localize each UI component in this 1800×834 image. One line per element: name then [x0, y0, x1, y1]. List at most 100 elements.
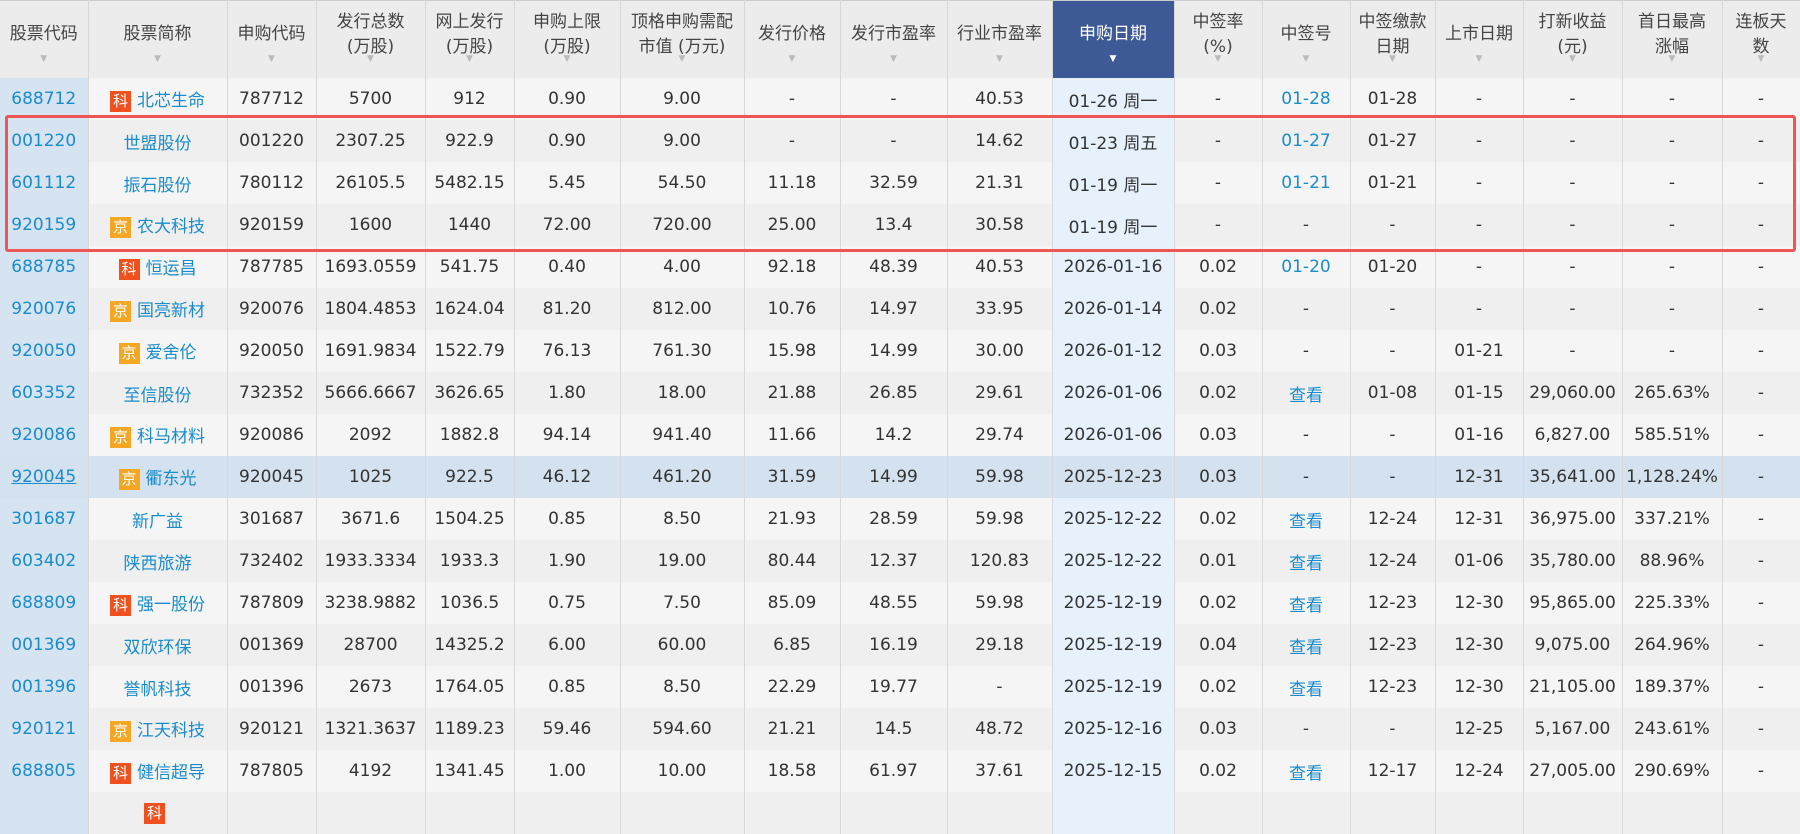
column-header[interactable]: 发行总数 (万股) ▼	[316, 0, 426, 78]
stock-name-link[interactable]: 世盟股份	[124, 134, 192, 154]
table-row[interactable]: 688785 科恒运昌 787785 1693.0559 541.75 0.40 4.00 9…	[0, 246, 1800, 288]
lot-number-link[interactable]: 查看	[1289, 680, 1323, 700]
sort-arrow-icon[interactable]: ▼	[1110, 47, 1117, 72]
table-row[interactable]: 920076 京国亮新材 920076 1804.4853 1624.04 81.20 81…	[0, 288, 1800, 330]
column-header[interactable]: 中签号 ▼	[1262, 0, 1351, 78]
lot-number-link[interactable]: 查看	[1289, 554, 1323, 574]
sort-arrow-icon[interactable]: ▼	[890, 47, 897, 72]
stock-name-link[interactable]: 健信超导	[137, 763, 205, 783]
table-row[interactable]: 603352 至信股份 732352 5666.6667 3626.65 1.80 18.0…	[0, 372, 1800, 414]
cell-value: 001369	[239, 635, 304, 655]
lot-number-link[interactable]: 01-20	[1281, 257, 1330, 277]
lot-number-link[interactable]: 查看	[1289, 596, 1323, 616]
sort-arrow-icon[interactable]: ▼	[466, 47, 473, 72]
sort-arrow-icon[interactable]: ▼	[1215, 47, 1222, 72]
stock-code-link[interactable]: 688712	[11, 89, 76, 109]
lot-number-link[interactable]: 查看	[1289, 638, 1323, 658]
table-row[interactable]: 920121 京江天科技 920121 1321.3637 1189.23 59.46 59…	[0, 708, 1800, 750]
column-header[interactable]: 网上发行 (万股) ▼	[425, 0, 515, 78]
table-row[interactable]: 688805 科健信超导 787805 4192 1341.45 1.00 10.00 18.…	[0, 750, 1800, 792]
table-row[interactable]: 688809 科强一股份 787809 3238.9882 1036.5 0.75 7.50…	[0, 582, 1800, 624]
table-row[interactable]: 301687 新广益 301687 3671.6 1504.25 0.85 8.50 21.9…	[0, 498, 1800, 540]
table-row[interactable]: 001369 双欣环保 001369 28700 14325.2 6.00 60.00 6.8…	[0, 624, 1800, 666]
stock-name-link[interactable]: 双欣环保	[124, 638, 192, 658]
sort-arrow-icon[interactable]: ▼	[1758, 47, 1765, 72]
sort-arrow-icon[interactable]: ▼	[1303, 47, 1310, 72]
column-header[interactable]: 申购上限 (万股) ▼	[514, 0, 621, 78]
stock-code-link[interactable]: 601112	[11, 173, 76, 193]
stock-code-link[interactable]: 920121	[11, 719, 76, 739]
column-header[interactable]: 中签缴款 日期 ▼	[1350, 0, 1436, 78]
table-row[interactable]: 920045 京衢东光 920045 1025 922.5 46.12 461.20 31.5…	[0, 456, 1800, 498]
stock-code-link[interactable]: 688785	[11, 257, 76, 277]
sort-arrow-icon[interactable]: ▼	[1669, 47, 1676, 72]
sort-arrow-icon[interactable]: ▼	[996, 47, 1003, 72]
stock-code-link[interactable]: 001396	[11, 677, 76, 697]
table-row[interactable]: 603402 陕西旅游 732402 1933.3334 1933.3 1.90 19.00…	[0, 540, 1800, 582]
stock-name-link[interactable]: 振石股份	[124, 176, 192, 196]
table-row[interactable]: 920159 京农大科技 920159 1600 1440 72.00 720.00 25.0…	[0, 204, 1800, 246]
lot-number-link[interactable]: 查看	[1289, 512, 1323, 532]
sort-arrow-icon[interactable]: ▼	[679, 47, 686, 72]
table-row[interactable]: 科	[0, 792, 1800, 834]
column-header[interactable]: 打新收益 (元) ▼	[1523, 0, 1623, 78]
column-header[interactable]: 中签率 (%) ▼	[1174, 0, 1263, 78]
table-row[interactable]: 001220 世盟股份 001220 2307.25 922.9 0.90 9.00 - - 14…	[0, 120, 1800, 162]
column-header[interactable]: 申购代码 ▼	[227, 0, 317, 78]
stock-name-link[interactable]: 衢东光	[146, 469, 197, 489]
stock-code-link[interactable]: 603352	[11, 383, 76, 403]
stock-code-link[interactable]: 001369	[11, 635, 76, 655]
stock-name-link[interactable]: 誉帆科技	[124, 680, 192, 700]
column-header[interactable]: 股票简称 ▼	[88, 0, 228, 78]
stock-name-link[interactable]: 强一股份	[137, 595, 205, 615]
table-row[interactable]: 920050 京爱舍伦 920050 1691.9834 1522.79 76.13 761…	[0, 330, 1800, 372]
sort-arrow-icon[interactable]: ▼	[154, 47, 161, 72]
column-header[interactable]: 发行价格 ▼	[744, 0, 841, 78]
column-header[interactable]: 上市日期 ▼	[1435, 0, 1524, 78]
stock-name-link[interactable]: 爱舍伦	[146, 343, 197, 363]
stock-name-link[interactable]: 新广益	[132, 512, 183, 532]
stock-code-link[interactable]: 920045	[11, 467, 76, 487]
sort-arrow-icon[interactable]: ▼	[1569, 47, 1576, 72]
table-row[interactable]: 001396 誉帆科技 001396 2673 1764.05 0.85 8.50 22.29…	[0, 666, 1800, 708]
stock-name-link[interactable]: 农大科技	[137, 217, 205, 237]
column-header[interactable]: 行业市盈率 ▼	[947, 0, 1053, 78]
stock-name-link[interactable]: 恒运昌	[146, 259, 197, 279]
lot-number-link[interactable]: 查看	[1289, 764, 1323, 784]
stock-code-link[interactable]: 920086	[11, 425, 76, 445]
stock-name-link[interactable]: 科马材料	[137, 427, 205, 447]
table-row[interactable]: 920086 京科马材料 920086 2092 1882.8 94.14 941.40 11…	[0, 414, 1800, 456]
stock-name-link[interactable]: 国亮新材	[137, 301, 205, 321]
column-header[interactable]: 股票代码 ▼	[0, 0, 89, 78]
stock-code-link[interactable]: 920159	[11, 215, 76, 235]
stock-name-link[interactable]: 陕西旅游	[124, 554, 192, 574]
sort-arrow-icon[interactable]: ▼	[1389, 47, 1396, 72]
table-row[interactable]: 688712 科北芯生命 787712 5700 912 0.90 9.00 - - 40.53 0…	[0, 78, 1800, 120]
lot-number-link[interactable]: 查看	[1289, 386, 1323, 406]
column-header[interactable]: 首日最高 涨幅 ▼	[1622, 0, 1723, 78]
stock-name-link[interactable]: 江天科技	[137, 721, 205, 741]
lot-number-link[interactable]: 01-27	[1281, 131, 1330, 151]
stock-code-link[interactable]: 301687	[11, 509, 76, 529]
sort-arrow-icon[interactable]: ▼	[367, 47, 374, 72]
lot-number-link[interactable]: 01-21	[1281, 173, 1330, 193]
lot-number-link[interactable]: 01-28	[1281, 89, 1330, 109]
column-header[interactable]: 申购日期 ▼	[1052, 0, 1175, 78]
sort-arrow-icon[interactable]: ▼	[40, 47, 47, 72]
stock-name-link[interactable]: 至信股份	[124, 386, 192, 406]
column-header[interactable]: 顶格申购需配 市值 (万元) ▼	[620, 0, 745, 78]
stock-code-link[interactable]: 688805	[11, 761, 76, 781]
stock-code-link[interactable]: 920050	[11, 341, 76, 361]
stock-code-link[interactable]: 001220	[11, 131, 76, 151]
stock-code-link[interactable]: 688809	[11, 593, 76, 613]
sort-arrow-icon[interactable]: ▼	[1476, 47, 1483, 72]
sort-arrow-icon[interactable]: ▼	[268, 47, 275, 72]
sort-arrow-icon[interactable]: ▼	[789, 47, 796, 72]
table-row[interactable]: 601112 振石股份 780112 26105.5 5482.15 5.45 54.50 1…	[0, 162, 1800, 204]
stock-name-link[interactable]: 北芯生命	[137, 91, 205, 111]
column-header[interactable]: 连板天数 ▼	[1722, 0, 1800, 78]
sort-arrow-icon[interactable]: ▼	[564, 47, 571, 72]
column-header[interactable]: 发行市盈率 ▼	[840, 0, 948, 78]
stock-code-link[interactable]: 603402	[11, 551, 76, 571]
stock-code-link[interactable]: 920076	[11, 299, 76, 319]
